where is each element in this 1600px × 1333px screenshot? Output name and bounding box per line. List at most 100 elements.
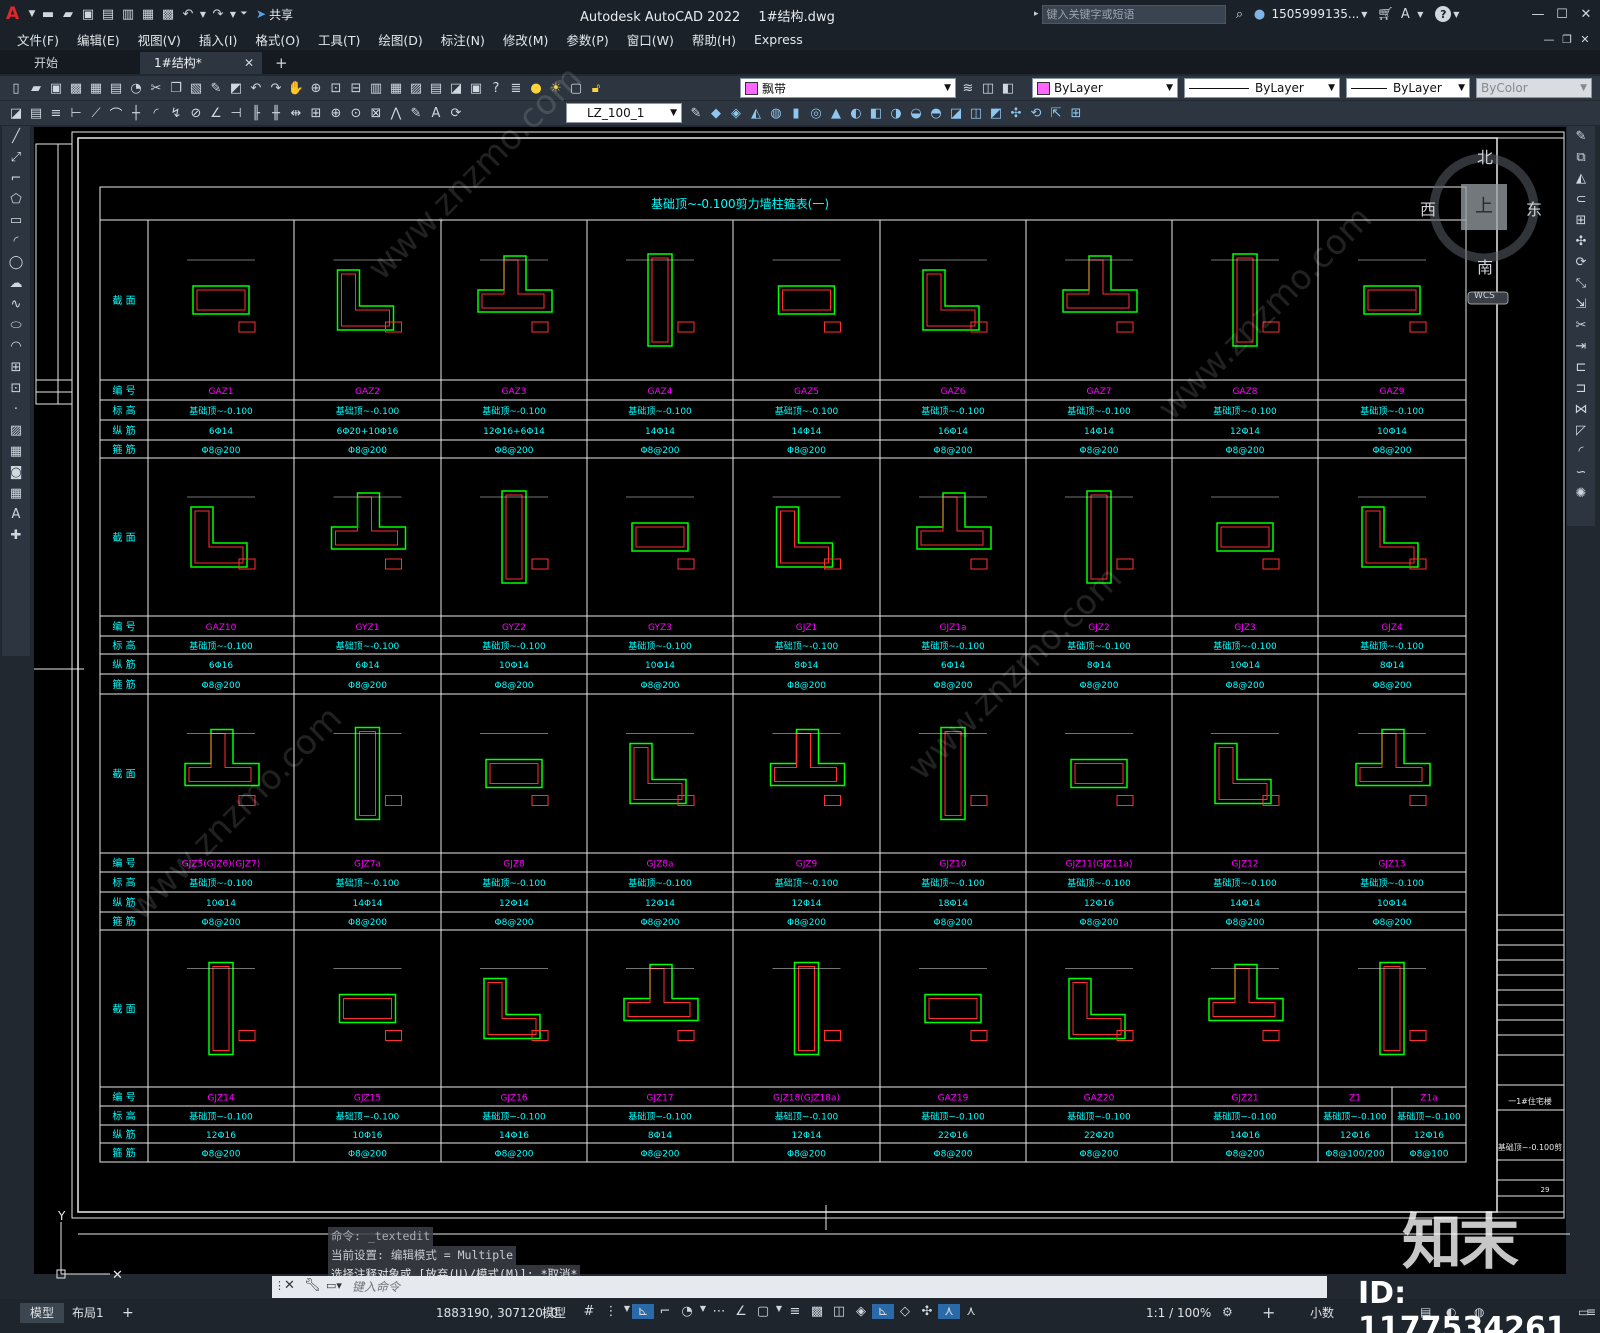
jogged-linear-icon[interactable]: ⋀ — [386, 103, 406, 123]
gradient-icon[interactable]: ▦ — [4, 442, 28, 462]
infer-icon[interactable]: ⌐ — [654, 1304, 676, 1319]
menu-item[interactable]: 插入(I) — [190, 30, 246, 49]
menu-item[interactable]: 修改(M) — [494, 30, 558, 49]
tab-drawing[interactable]: 1#结构* ✕ — [140, 52, 262, 74]
menu-item[interactable]: 视图(V) — [129, 30, 190, 49]
search-icon[interactable]: ⌕ — [1230, 4, 1250, 24]
dim-jogged-icon[interactable]: ↯ — [166, 103, 186, 123]
app-menu-chevron-icon[interactable]: ▼ — [26, 4, 38, 24]
add-selected-icon[interactable]: ✚ — [4, 526, 28, 546]
menu-item[interactable]: 编辑(E) — [68, 30, 129, 49]
trim-icon[interactable]: ✂ — [1569, 316, 1593, 336]
break-icon[interactable]: ⊐ — [1569, 379, 1593, 399]
modeling-3dalign-icon[interactable]: ⇱ — [1046, 103, 1066, 123]
cmd-customize-icon[interactable]: 🔧︎ — [304, 1278, 321, 1293]
viewcube-east[interactable]: 东 — [1526, 196, 1542, 220]
modeling-3dmove-icon[interactable]: ✣ — [1006, 103, 1026, 123]
tb-draworder-icon[interactable]: ▤ — [26, 103, 46, 123]
dim-linear-icon[interactable]: ⊢ — [66, 103, 86, 123]
layer-previous-icon[interactable]: ◫ — [978, 78, 998, 98]
dim-angular-icon[interactable]: ∠ — [206, 103, 226, 123]
tb-matchprop-icon[interactable]: ✎ — [206, 78, 226, 98]
polygon-icon[interactable]: ⬠ — [4, 190, 28, 210]
tb-help-icon[interactable]: ? — [486, 78, 506, 98]
doc-close-icon[interactable]: ✕ — [1576, 31, 1594, 47]
dim-space-icon[interactable]: ⇹ — [286, 103, 306, 123]
make-current-layer-icon[interactable]: ≋ — [958, 78, 978, 98]
tb-blockeditor-icon[interactable]: ◩ — [226, 78, 246, 98]
tb-3ddwf-icon[interactable]: ◔ — [126, 78, 146, 98]
selection-cycling-icon[interactable]: ◫ — [828, 1304, 850, 1319]
dim-arc-icon[interactable]: ⌒ — [106, 103, 126, 123]
add-layout-icon[interactable]: + — [112, 1303, 144, 1323]
tb-layer-state-icon[interactable]: ≡ — [46, 103, 66, 123]
dim-update-icon[interactable]: ⟳ — [446, 103, 466, 123]
spline-icon[interactable]: ∿ — [4, 295, 28, 315]
autocad-logo-icon[interactable]: A — [6, 4, 26, 24]
gizmo-icon[interactable]: ✣ — [916, 1304, 938, 1319]
menu-item[interactable]: 标注(N) — [432, 30, 494, 49]
dimstyle-dropdown[interactable]: LZ_100_1 ▼ — [566, 103, 682, 123]
viewcube-south[interactable]: 南 — [1477, 254, 1493, 278]
redo-dropdown-icon[interactable]: ▼ — [228, 4, 238, 24]
tb-designcenter-icon[interactable]: ▦ — [386, 78, 406, 98]
construction-line-icon[interactable]: ⤢ — [4, 148, 28, 168]
linetype-dropdown[interactable]: ByLayer ▼ — [1184, 78, 1340, 98]
join-icon[interactable]: ⋈ — [1569, 400, 1593, 420]
tab-close-icon[interactable]: ✕ — [244, 52, 254, 74]
tb-markup-icon[interactable]: ◪ — [446, 78, 466, 98]
customize-qat-icon[interactable]: ⏷ — [238, 4, 250, 24]
modeling-cylinder-icon[interactable]: ▮ — [786, 103, 806, 123]
ellipse-icon[interactable]: ⬭ — [4, 316, 28, 336]
snap-icon[interactable]: ⋮ — [600, 1304, 622, 1319]
tb-zoom-previous-icon[interactable]: ⊟ — [346, 78, 366, 98]
modeling-helix-icon[interactable]: ◐ — [846, 103, 866, 123]
lineweight-dropdown[interactable]: ByLayer ▼ — [1346, 78, 1470, 98]
autodesk-a360-icon[interactable]: A — [1395, 4, 1415, 24]
doc-minimize-icon[interactable]: — — [1540, 31, 1558, 47]
tb-publish-icon[interactable]: ▤ — [106, 78, 126, 98]
modeling-cone-icon[interactable]: ◭ — [746, 103, 766, 123]
plot-icon[interactable]: ▩ — [158, 4, 178, 24]
menu-item[interactable]: 窗口(W) — [618, 30, 683, 49]
dim-quick-icon[interactable]: ⊣ — [226, 103, 246, 123]
cart-icon[interactable]: 🛒︎ — [1375, 4, 1395, 24]
menu-item[interactable]: 绘图(D) — [369, 30, 431, 49]
redo-icon[interactable]: ↷ — [208, 4, 228, 24]
tb-layer-manager-icon[interactable]: ≣ — [506, 78, 526, 98]
3dosnap-icon[interactable]: ◈ — [850, 1304, 872, 1319]
extend-icon[interactable]: ⇥ — [1569, 337, 1593, 357]
mtext-icon[interactable]: A — [4, 505, 28, 525]
region-icon[interactable]: ◙ — [4, 463, 28, 483]
mirror-icon[interactable]: ◭ — [1569, 169, 1593, 189]
modeling-wedge-icon[interactable]: ◈ — [726, 103, 746, 123]
insert-block-icon[interactable]: ⊞ — [4, 358, 28, 378]
tb-quickselect-icon[interactable]: ◪ — [6, 103, 26, 123]
tb-redo-icon[interactable]: ↷ — [266, 78, 286, 98]
tab-start[interactable]: 开始 — [0, 52, 140, 74]
new-icon[interactable]: ▬ — [38, 4, 58, 24]
user-name[interactable]: 1505999135... — [1272, 7, 1360, 21]
modeling-union-icon[interactable]: ◪ — [946, 103, 966, 123]
copy-object-icon[interactable]: ⧉ — [1569, 148, 1593, 168]
erase-icon[interactable]: ✎ — [1569, 127, 1593, 147]
modeling-subtract-icon[interactable]: ◫ — [966, 103, 986, 123]
layer-dropdown[interactable]: 飘带 ▼ — [740, 78, 956, 98]
tb-sheetset-icon[interactable]: ▤ — [426, 78, 446, 98]
point-icon[interactable]: · — [4, 400, 28, 420]
osnap-dropdown-icon[interactable]: ▼ — [774, 1304, 784, 1319]
offset-icon[interactable]: ⊂ — [1569, 190, 1593, 210]
line-icon[interactable]: ╱ — [4, 127, 28, 147]
workspace-gear-icon[interactable]: ⚙ — [1222, 1305, 1233, 1319]
model-space-toggle[interactable]: 模型 — [532, 1303, 576, 1323]
center-mark-icon[interactable]: ⊙ — [346, 103, 366, 123]
viewcube-west[interactable]: 西 — [1420, 196, 1436, 220]
dim-break-icon[interactable]: ⊞ — [306, 103, 326, 123]
modeling-box-icon[interactable]: ◆ — [706, 103, 726, 123]
menu-item[interactable]: Express — [745, 32, 812, 47]
modeling-pyramid-icon[interactable]: ▲ — [826, 103, 846, 123]
dim-baseline-icon[interactable]: ╟ — [246, 103, 266, 123]
minimize-icon[interactable]: — — [1526, 4, 1550, 24]
menu-item[interactable]: 参数(P) — [557, 30, 617, 49]
cmd-prompt-icon[interactable]: ▭▾ — [326, 1279, 342, 1292]
